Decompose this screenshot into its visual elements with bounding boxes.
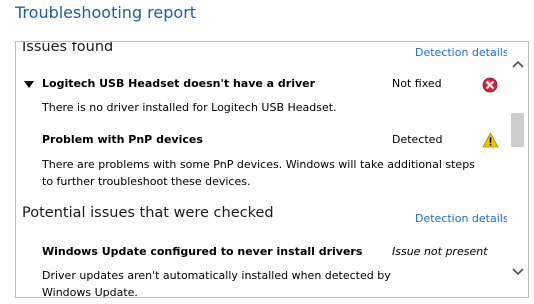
section-heading-potential-issues: Potential issues that were checked xyxy=(22,205,274,221)
issue-title: Logitech USB Headset doesn't have a driv… xyxy=(42,77,316,90)
vertical-scrollbar[interactable] xyxy=(507,42,528,297)
report-content: Issues found Detection details Logitech … xyxy=(16,41,509,298)
error-icon xyxy=(482,77,498,93)
chevron-up-icon xyxy=(511,60,524,68)
issue-status: Issue not present xyxy=(392,245,488,258)
issue-description: Driver updates aren't automatically inst… xyxy=(42,269,391,298)
issue-description: There is no driver installed for Logitec… xyxy=(42,101,337,114)
scroll-up-button[interactable] xyxy=(507,53,528,74)
issue-title: Windows Update configured to never insta… xyxy=(42,245,363,258)
report-panel: Issues found Detection details Logitech … xyxy=(15,41,529,298)
scroll-thumb[interactable] xyxy=(511,113,524,147)
report-title: Troubleshooting report xyxy=(15,3,197,22)
issue-title: Problem with PnP devices xyxy=(42,133,203,146)
chevron-down-icon xyxy=(511,267,524,275)
detection-details-link[interactable]: Detection details xyxy=(415,212,509,225)
section-heading-issues-found: Issues found xyxy=(22,41,114,55)
warning-icon xyxy=(482,132,499,148)
issue-description: There are problems with some PnP devices… xyxy=(42,158,475,188)
issue-status: Detected xyxy=(392,133,443,146)
collapse-chevron-icon[interactable] xyxy=(24,81,34,88)
scroll-down-button[interactable] xyxy=(507,261,528,282)
issue-status: Not fixed xyxy=(392,77,442,90)
detection-details-link[interactable]: Detection details xyxy=(415,46,509,59)
